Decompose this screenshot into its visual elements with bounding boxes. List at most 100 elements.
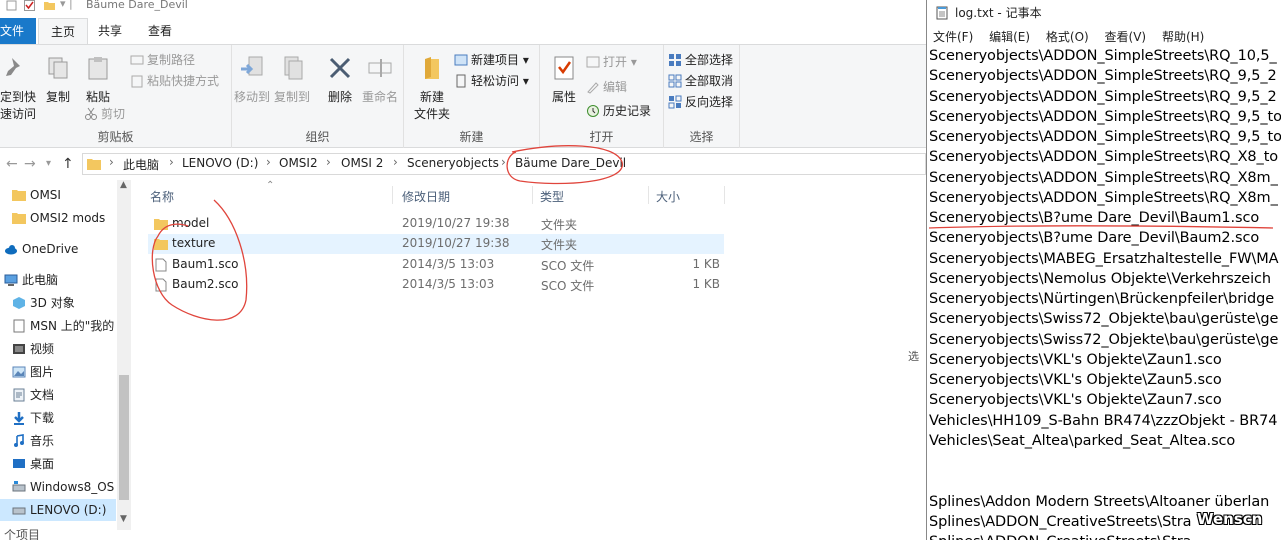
ribbon: 定到快 速访问 复制 粘贴 复制路径 粘贴快捷方式 剪切 剪贴板 移动到 复制到… bbox=[0, 44, 926, 148]
edit-button[interactable]: 编辑 bbox=[586, 78, 627, 96]
menu-edit[interactable]: 编辑(E) bbox=[989, 30, 1030, 44]
column-separator[interactable] bbox=[648, 186, 649, 204]
table-row[interactable]: texture 2019/10/27 19:38 文件夹 bbox=[148, 234, 724, 254]
column-header-size[interactable]: 大小 bbox=[656, 188, 680, 205]
checkmark-icon[interactable] bbox=[24, 0, 35, 11]
paste-shortcut-button[interactable]: 粘贴快捷方式 bbox=[130, 72, 219, 90]
nav-item-omsi2-mods[interactable]: OMSI2 mods bbox=[12, 207, 105, 229]
document-icon bbox=[13, 388, 25, 402]
breadcrumb-sceneryobjects[interactable]: Sceneryobjects bbox=[407, 156, 499, 170]
file-list: 名称 ⌃ 修改日期 类型 大小 model 2019/10/27 19:38 文… bbox=[136, 180, 926, 540]
column-separator[interactable] bbox=[724, 186, 725, 204]
nav-item-music[interactable]: 音乐 bbox=[12, 430, 54, 452]
folder-icon bbox=[87, 159, 101, 170]
cut-button[interactable]: 剪切 bbox=[84, 105, 125, 123]
nav-item-onedrive[interactable]: OneDrive bbox=[4, 238, 78, 260]
file-type: 文件夹 bbox=[541, 218, 578, 232]
properties-button[interactable]: 属性 bbox=[544, 55, 584, 105]
nav-item-omsi[interactable]: OMSI bbox=[12, 184, 61, 206]
nav-item-3d-objects[interactable]: 3D 对象 bbox=[12, 292, 75, 314]
folder-icon[interactable] bbox=[44, 0, 55, 11]
text-line: Sceneryobjects\Swiss72_Objekte\bau\gerüs… bbox=[929, 311, 1279, 328]
tab-share[interactable]: 共享 bbox=[86, 18, 134, 44]
text-line: Splines\ADDON_CreativeStreets\Stra bbox=[929, 532, 1281, 540]
column-separator[interactable] bbox=[392, 186, 393, 204]
text-line: Sceneryobjects\ADDON_SimpleStreets\RQ_10… bbox=[929, 48, 1277, 64]
move-to-button[interactable]: 移动到 bbox=[232, 55, 272, 105]
menu-file[interactable]: 文件(F) bbox=[933, 30, 973, 44]
tab-file[interactable]: 文件 bbox=[0, 18, 36, 44]
copy-to-button[interactable]: 复制到 bbox=[272, 55, 312, 105]
pin-quick-access-button[interactable]: 定到快 速访问 bbox=[0, 55, 38, 122]
invert-selection-button[interactable]: 反向选择 bbox=[668, 93, 733, 111]
file-modified: 2014/3/5 13:03 bbox=[402, 277, 495, 291]
new-folder-button[interactable]: 新建 文件夹 bbox=[412, 55, 452, 122]
tab-home[interactable]: 主页 bbox=[38, 18, 89, 45]
nav-item-downloads[interactable]: 下载 bbox=[12, 407, 54, 429]
nav-item-desktop[interactable]: 桌面 bbox=[12, 453, 54, 475]
paste-shortcut-icon bbox=[131, 75, 143, 88]
breadcrumb-omsi2[interactable]: OMSI2 bbox=[279, 156, 318, 170]
delete-button[interactable]: 删除 bbox=[320, 55, 360, 105]
up-arrow-icon[interactable]: ↑ bbox=[62, 156, 74, 172]
qat-dropdown-icon[interactable]: ▾ | bbox=[60, 0, 73, 10]
rename-button[interactable]: 重命名 bbox=[360, 55, 400, 105]
file-type: SCO 文件 bbox=[541, 259, 595, 273]
file-icon bbox=[155, 278, 167, 292]
copy-button[interactable]: 复制 bbox=[38, 55, 78, 105]
paste-button[interactable]: 粘贴 bbox=[78, 55, 118, 105]
open-button[interactable]: 打开 ▾ bbox=[586, 53, 637, 71]
nav-item-videos[interactable]: 视频 bbox=[12, 338, 54, 360]
forward-arrow-icon[interactable]: → bbox=[24, 156, 36, 172]
cube-icon bbox=[13, 297, 25, 309]
select-all-button[interactable]: 全部选择 bbox=[668, 51, 733, 69]
nav-pane-scrollbar[interactable]: ▲ ▼ bbox=[117, 180, 131, 530]
notepad-text-area[interactable]: Sceneryobjects\ADDON_SimpleStreets\RQ_10… bbox=[929, 46, 1281, 540]
recent-dropdown-icon[interactable]: ▾ bbox=[46, 158, 51, 169]
new-group: 新建 文件夹 新建项目 ▾ 轻松访问 ▾ 新建 bbox=[404, 45, 540, 148]
address-bar[interactable]: › 此电脑 › LENOVO (D:) › OMSI2 › OMSI 2 › S… bbox=[82, 153, 926, 175]
select-none-button[interactable]: 全部取消 bbox=[668, 72, 733, 90]
breadcrumb-drive[interactable]: LENOVO (D:) bbox=[182, 156, 258, 170]
nav-item-msn[interactable]: MSN 上的"我的 bbox=[12, 315, 114, 337]
notepad-title: log.txt - 记事本 bbox=[955, 6, 1042, 20]
text-line: Vehicles\HH109_S-Bahn BR474\zzzObjekt - … bbox=[929, 412, 1278, 429]
clipboard-group-label: 剪贴板 bbox=[97, 130, 134, 144]
quick-access-toolbar: ▾ | Bäume Dare_Devil bbox=[0, 0, 926, 14]
menu-help[interactable]: 帮助(H) bbox=[1162, 30, 1204, 44]
column-header-name[interactable]: 名称 bbox=[150, 188, 174, 205]
clipboard-group: 定到快 速访问 复制 粘贴 复制路径 粘贴快捷方式 剪切 剪贴板 bbox=[0, 45, 232, 148]
nav-item-this-pc[interactable]: 此电脑 bbox=[4, 269, 58, 291]
nav-item-documents[interactable]: 文档 bbox=[12, 384, 54, 406]
pin-icon[interactable] bbox=[6, 0, 17, 11]
column-header-type[interactable]: 类型 bbox=[540, 188, 564, 205]
chevron-down-icon: ▾ bbox=[522, 74, 529, 88]
table-row[interactable]: Baum2.sco 2014/3/5 13:03 SCO 文件 1 KB bbox=[148, 275, 724, 295]
menu-view[interactable]: 查看(V) bbox=[1105, 30, 1147, 44]
new-item-button[interactable]: 新建项目 ▾ bbox=[454, 51, 529, 69]
tab-view[interactable]: 查看 bbox=[136, 18, 184, 44]
nav-pane-scrollbar-thumb[interactable] bbox=[119, 375, 129, 500]
nav-item-windows8-os[interactable]: Windows8_OS bbox=[12, 476, 114, 498]
nav-item-lenovo-d[interactable]: LENOVO (D:) bbox=[0, 499, 116, 521]
table-row[interactable]: Baum1.sco 2014/3/5 13:03 SCO 文件 1 KB bbox=[148, 255, 724, 275]
menu-format[interactable]: 格式(O) bbox=[1046, 30, 1089, 44]
column-separator[interactable] bbox=[532, 186, 533, 204]
clipboard-icon bbox=[88, 57, 108, 80]
scroll-down-icon[interactable]: ▼ bbox=[120, 514, 127, 524]
easy-access-button[interactable]: 轻松访问 ▾ bbox=[454, 72, 529, 90]
text-line: Sceneryobjects\ADDON_SimpleStreets\RQ_9,… bbox=[929, 108, 1281, 125]
copy-path-button[interactable]: 复制路径 bbox=[130, 51, 195, 69]
column-header-modified[interactable]: 修改日期 bbox=[402, 188, 450, 205]
back-arrow-icon[interactable]: ← bbox=[6, 156, 18, 172]
music-icon bbox=[14, 434, 24, 447]
breadcrumb-omsi-2[interactable]: OMSI 2 bbox=[341, 156, 383, 170]
scroll-up-icon[interactable]: ▲ bbox=[120, 180, 127, 190]
text-line: Sceneryobjects\B?ume Dare_Devil\Baum2.sc… bbox=[929, 230, 1260, 247]
breadcrumb-this-pc[interactable]: 此电脑 bbox=[123, 156, 159, 173]
breadcrumb-current-folder[interactable]: Bäume Dare_Devil bbox=[515, 156, 626, 170]
table-row[interactable]: model 2019/10/27 19:38 文件夹 bbox=[148, 214, 724, 234]
nav-item-pictures[interactable]: 图片 bbox=[12, 361, 54, 383]
open-icon bbox=[586, 56, 600, 68]
history-button[interactable]: 历史记录 bbox=[586, 102, 651, 120]
